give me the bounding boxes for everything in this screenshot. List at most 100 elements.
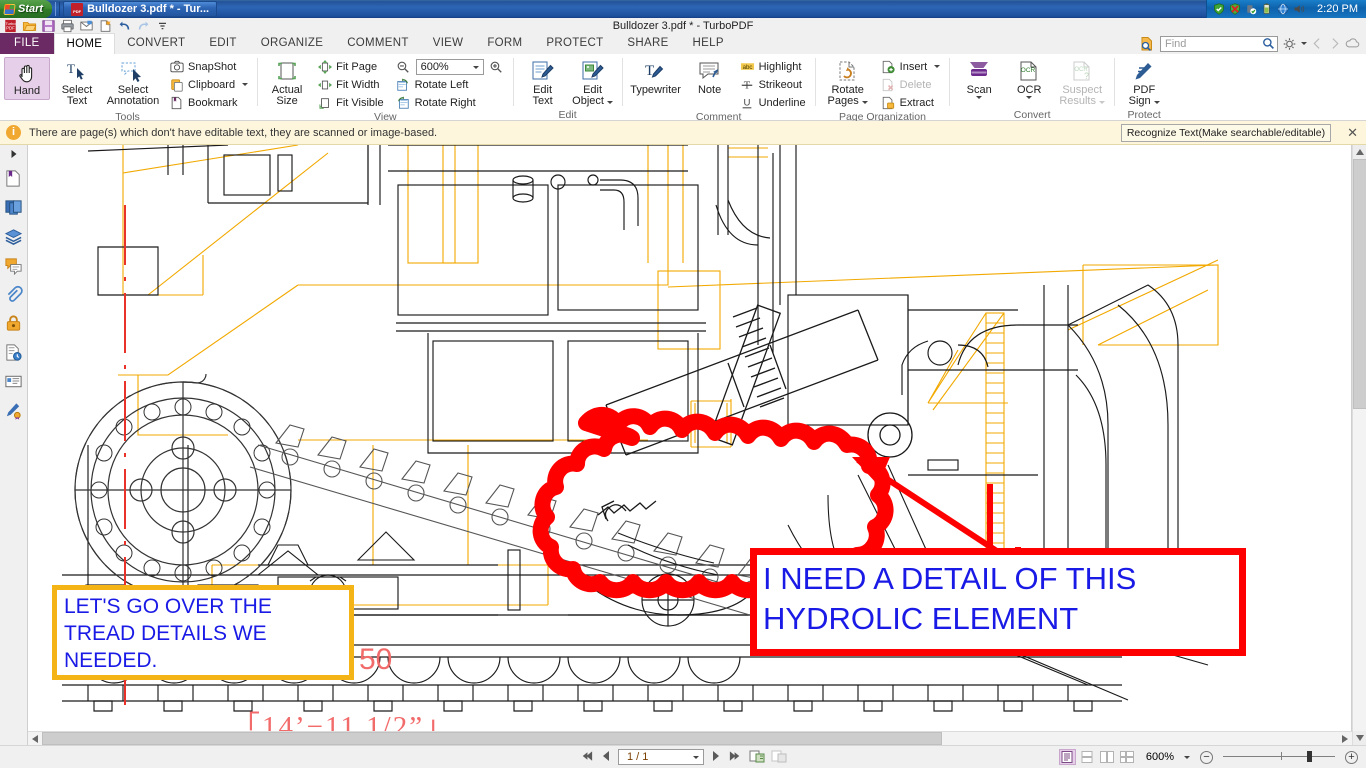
edit-text-button[interactable]: Edit Text xyxy=(520,57,566,109)
bookmarks-panel-icon[interactable] xyxy=(3,167,25,189)
tread-callout[interactable]: LET'S GO OVER THE TREAD DETAILS WE NEEDE… xyxy=(52,585,354,680)
usb-check-icon[interactable] xyxy=(1245,3,1257,15)
fit-visible-button[interactable]: Fit Visible xyxy=(314,94,386,111)
tab-edit[interactable]: EDIT xyxy=(197,33,248,54)
volume-icon[interactable] xyxy=(1293,3,1305,15)
layers-panel-icon[interactable] xyxy=(3,225,25,247)
tab-protect[interactable]: PROTECT xyxy=(534,33,615,54)
hydraulic-callout[interactable]: I NEED A DETAIL OF THIS HYDROLIC ELEMENT xyxy=(750,548,1246,656)
antivirus-x-icon[interactable] xyxy=(1229,3,1241,15)
battery-icon[interactable] xyxy=(1261,3,1273,15)
open-icon[interactable] xyxy=(22,19,37,33)
single-page-mode-icon[interactable] xyxy=(1058,749,1076,765)
network-icon[interactable] xyxy=(1277,3,1289,15)
pages-panel-icon[interactable] xyxy=(3,196,25,218)
chevron-down-icon[interactable] xyxy=(1099,101,1106,104)
scan-button[interactable]: Scan xyxy=(956,57,1002,101)
underline-button[interactable]: U Underline xyxy=(737,94,809,111)
comments-panel-icon[interactable] xyxy=(3,254,25,276)
new-icon[interactable] xyxy=(98,19,113,33)
recognize-text-button[interactable]: Recognize Text(Make searchable/editable) xyxy=(1120,123,1332,142)
status-fit-page-icon[interactable] xyxy=(749,749,765,766)
fit-width-button[interactable]: Fit Width xyxy=(314,76,386,93)
chevron-down-icon[interactable] xyxy=(1026,96,1033,99)
rotate-right-button[interactable]: Rotate Right xyxy=(393,94,507,111)
fit-page-button[interactable]: Fit Page xyxy=(314,58,386,75)
tab-home[interactable]: HOME xyxy=(53,33,116,54)
delete-pages-button[interactable]: Delete xyxy=(878,76,944,93)
tab-file[interactable]: FILE xyxy=(0,33,54,54)
rotate-left-button[interactable]: Rotate Left xyxy=(393,76,507,93)
redo-icon[interactable] xyxy=(136,19,151,33)
note-button[interactable]: Note xyxy=(687,57,733,98)
bookmark-button[interactable]: Bookmark xyxy=(166,94,251,111)
vertical-scroll-thumb[interactable] xyxy=(1353,159,1366,409)
rotate-pages-button[interactable]: Rotate Pages xyxy=(822,57,874,109)
start-button[interactable]: Start xyxy=(0,0,53,18)
zoom-in-icon[interactable] xyxy=(489,59,504,74)
expand-panel-icon[interactable] xyxy=(3,148,25,160)
tab-convert[interactable]: CONVERT xyxy=(115,33,197,54)
attachments-panel-icon[interactable] xyxy=(3,283,25,305)
undo-icon[interactable] xyxy=(117,19,132,33)
gear-icon[interactable] xyxy=(1282,37,1297,51)
chevron-down-icon[interactable] xyxy=(607,101,613,104)
taskbar-clock[interactable]: 2:20 PM xyxy=(1311,0,1366,18)
scroll-left-icon[interactable] xyxy=(28,732,42,746)
shield-green-icon[interactable] xyxy=(1213,3,1225,15)
last-page-icon[interactable] xyxy=(728,750,743,765)
cloud-icon[interactable] xyxy=(1345,37,1360,50)
zoom-slider-knob[interactable] xyxy=(1307,751,1312,762)
tab-view[interactable]: VIEW xyxy=(421,33,476,54)
pdf-sign-button[interactable]: PDF Sign xyxy=(1121,57,1167,109)
save-icon[interactable] xyxy=(41,19,56,33)
ocr-button[interactable]: OCR OCR xyxy=(1006,57,1052,101)
facing-continuous-mode-icon[interactable] xyxy=(1119,749,1136,765)
zoom-slider[interactable] xyxy=(1223,750,1335,764)
zoom-level-select[interactable]: 600% xyxy=(415,58,484,75)
status-fit-width-icon[interactable] xyxy=(771,749,787,766)
edit-object-button[interactable]: Edit Object xyxy=(570,57,616,109)
clipboard-button[interactable]: Clipboard xyxy=(166,76,251,93)
email-icon[interactable] xyxy=(79,19,94,33)
highlight-button[interactable]: abc Highlight xyxy=(737,58,809,75)
scroll-down-icon[interactable] xyxy=(1353,731,1366,745)
chevron-down-icon[interactable] xyxy=(693,756,699,759)
scroll-up-icon[interactable] xyxy=(1353,145,1366,159)
chevron-down-icon[interactable] xyxy=(934,65,941,68)
app-logo-icon[interactable]: TurboPDF xyxy=(3,19,18,33)
chevron-down-icon[interactable] xyxy=(242,83,249,86)
select-annotation-button[interactable]: Select Annotation xyxy=(104,57,162,109)
select-text-button[interactable]: T Select Text xyxy=(54,57,100,109)
hand-tool-button[interactable]: Hand xyxy=(4,57,50,100)
qat-more-icon[interactable] xyxy=(155,19,170,33)
security-panel-icon[interactable] xyxy=(3,312,25,334)
strikeout-button[interactable]: T Strikeout xyxy=(737,76,809,93)
chevron-down-icon[interactable] xyxy=(1184,755,1190,759)
vertical-scrollbar[interactable] xyxy=(1352,145,1366,745)
chevron-down-icon[interactable] xyxy=(1153,101,1160,104)
tab-help[interactable]: HELP xyxy=(681,33,736,54)
zoom-out-button[interactable]: − xyxy=(1200,750,1213,764)
zoom-in-button[interactable]: + xyxy=(1345,750,1358,764)
horizontal-scrollbar[interactable] xyxy=(28,731,1352,745)
magnifier-icon[interactable] xyxy=(1262,37,1275,50)
continuous-mode-icon[interactable] xyxy=(1079,749,1096,765)
actual-size-button[interactable]: Actual Size xyxy=(264,57,310,109)
taskbar-task-turbopdf[interactable]: Bulldozer 3.pdf * - Tur... xyxy=(63,1,218,17)
horizontal-scroll-thumb[interactable] xyxy=(42,732,942,745)
print-icon[interactable] xyxy=(60,19,75,33)
destinations-panel-icon[interactable] xyxy=(3,341,25,363)
find-input[interactable]: Find xyxy=(1160,35,1278,52)
typewriter-button[interactable]: T Typewriter xyxy=(629,57,683,98)
tab-comment[interactable]: COMMENT xyxy=(335,33,421,54)
suspect-results-button[interactable]: OCR? Suspect Results xyxy=(1056,57,1108,109)
chevron-down-icon[interactable] xyxy=(472,65,479,69)
zoom-out-icon[interactable] xyxy=(396,59,411,74)
extract-pages-button[interactable]: Extract xyxy=(878,94,944,111)
pdf-page[interactable]: I NEED A DETAIL OF THIS HYDROLIC ELEMENT… xyxy=(28,145,1351,745)
page-number-input[interactable]: 1 / 1 xyxy=(618,749,704,765)
next-page-icon[interactable] xyxy=(710,750,722,765)
tab-organize[interactable]: ORGANIZE xyxy=(249,33,335,54)
find-page-icon[interactable] xyxy=(1139,36,1156,52)
